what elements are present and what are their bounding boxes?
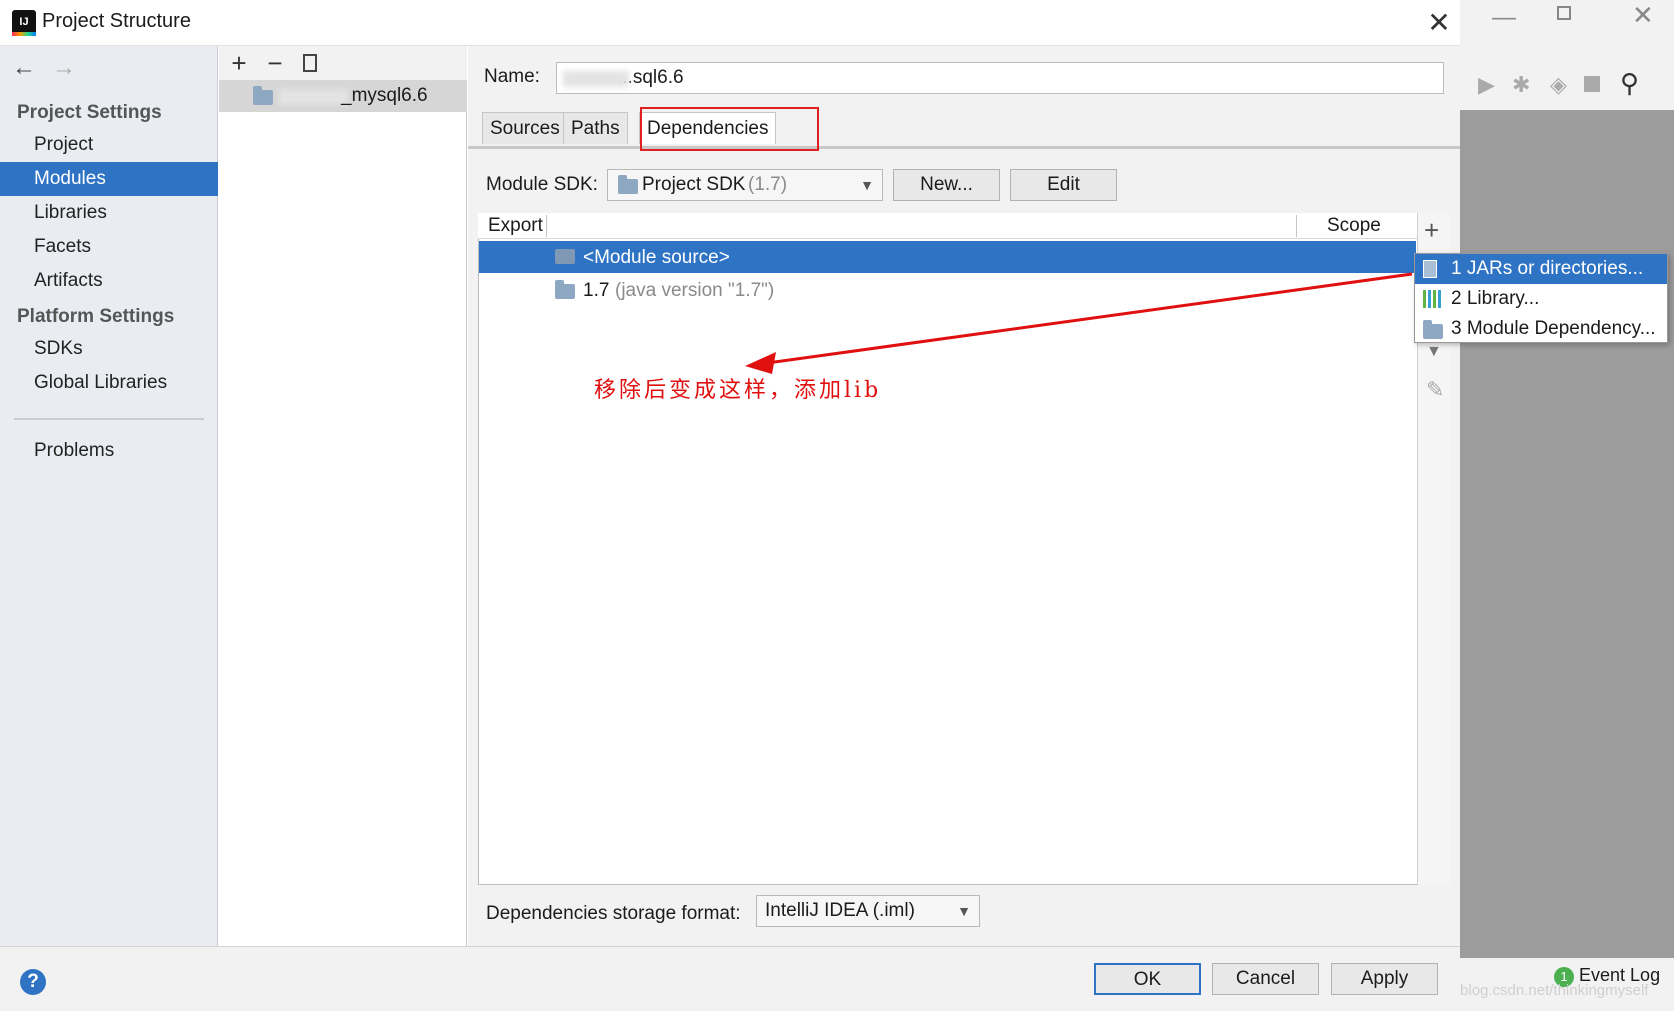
annotation-arrow	[745, 272, 1413, 374]
storage-format-value: IntelliJ IDEA (.iml)	[765, 900, 915, 921]
chevron-down-icon: ▼	[957, 903, 971, 919]
dialog-button-bar: ? OK Cancel Apply	[0, 946, 1460, 1011]
storage-format-label: Dependencies storage format:	[486, 903, 741, 924]
help-icon[interactable]: ?	[20, 969, 46, 995]
ok-button[interactable]: OK	[1094, 963, 1201, 995]
storage-format-dropdown[interactable]: IntelliJ IDEA (.iml) ▼	[756, 895, 980, 927]
apply-button[interactable]: Apply	[1331, 963, 1438, 995]
annotation-text: 移除后变成这样，添加lib	[594, 378, 882, 403]
cancel-button[interactable]: Cancel	[1212, 963, 1319, 995]
